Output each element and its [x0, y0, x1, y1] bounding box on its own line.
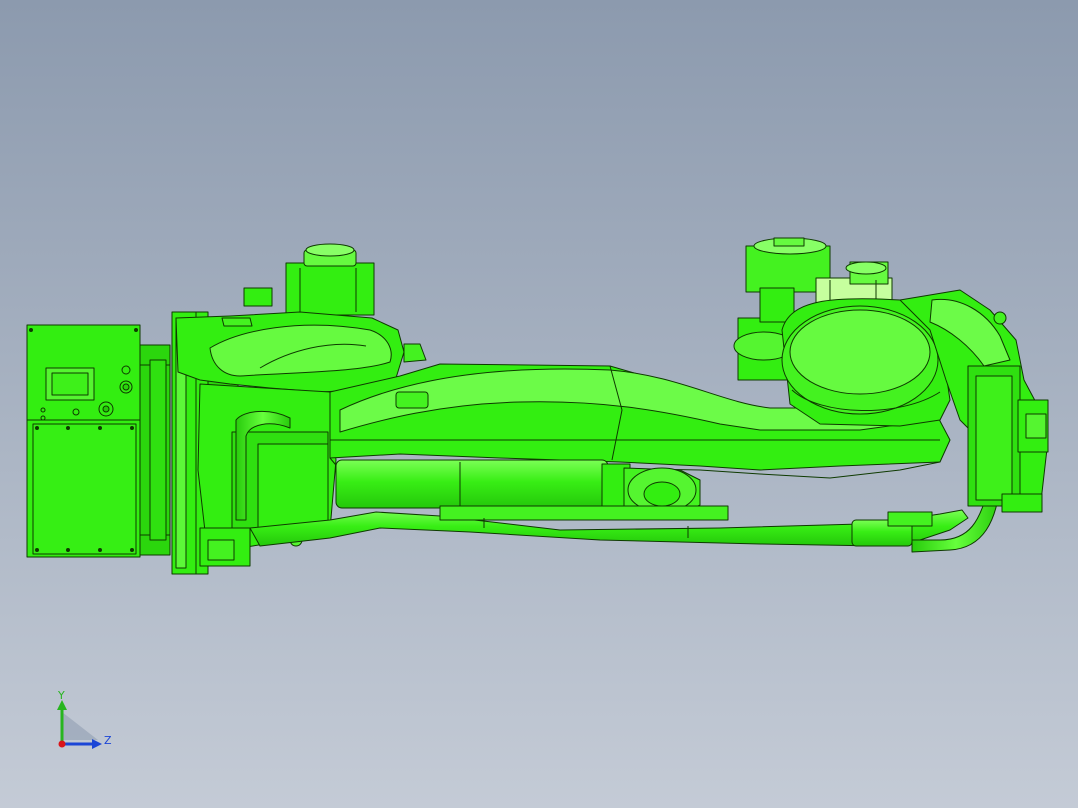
- cad-graphics-viewport[interactable]: Y Z: [0, 0, 1078, 808]
- cabinet-indicator-icon: [121, 365, 131, 375]
- z-axis-label: Z: [104, 734, 112, 747]
- viewport-canvas[interactable]: Y Z: [0, 0, 1078, 808]
- x-axis-dot-icon: [58, 740, 66, 748]
- control-cabinet[interactable]: [26, 324, 171, 558]
- y-axis-label: Y: [57, 689, 65, 702]
- wrist-bolt-icon: [993, 311, 1007, 325]
